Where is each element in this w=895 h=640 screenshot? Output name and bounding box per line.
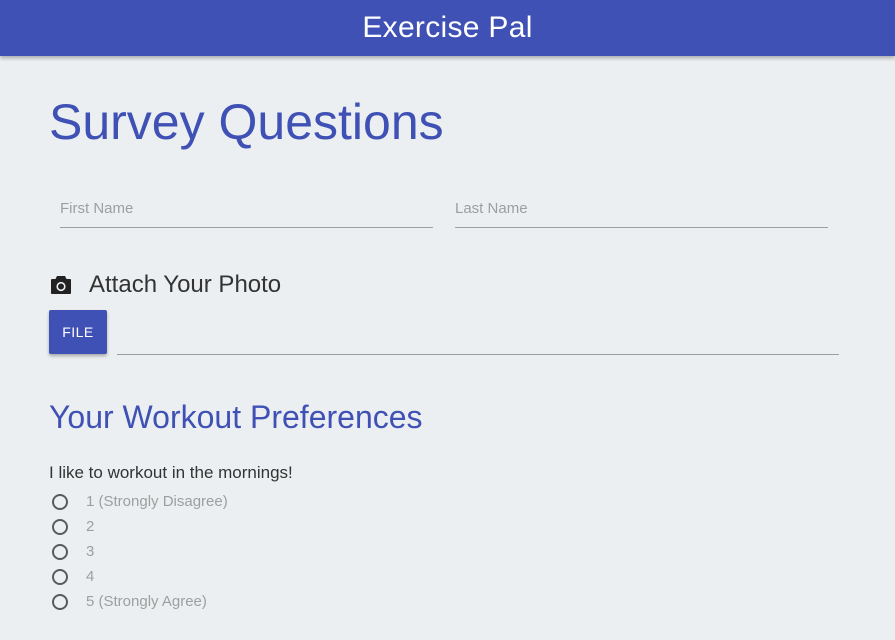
- radio-button[interactable]: [52, 593, 68, 610]
- radio-label: 1 (Strongly Disagree): [86, 493, 228, 510]
- app-title: Exercise Pal: [362, 11, 533, 44]
- radio-button[interactable]: [52, 568, 68, 585]
- rating-option-2[interactable]: 2: [52, 514, 228, 539]
- rating-option-3[interactable]: 3: [52, 539, 228, 564]
- radio-label: 4: [86, 568, 95, 585]
- rating-option-4[interactable]: 4: [52, 564, 228, 589]
- preferences-title: Your Workout Preferences: [49, 399, 423, 435]
- first-name-field: [60, 190, 433, 228]
- rating-radio-group: 1 (Strongly Disagree) 2 3 4 5 (Strongly …: [52, 489, 228, 614]
- radio-label: 3: [86, 543, 95, 560]
- app-bar: Exercise Pal: [0, 0, 895, 56]
- first-name-input[interactable]: [60, 190, 433, 227]
- file-upload-button[interactable]: FILE: [49, 310, 107, 354]
- camera-icon: [50, 275, 72, 295]
- radio-button[interactable]: [52, 493, 68, 510]
- rating-option-1[interactable]: 1 (Strongly Disagree): [52, 489, 228, 514]
- file-path-input[interactable]: [117, 320, 839, 355]
- page-title: Survey Questions: [49, 94, 444, 150]
- rating-option-5[interactable]: 5 (Strongly Agree): [52, 589, 228, 614]
- radio-label: 2: [86, 518, 95, 535]
- attach-photo-label: Attach Your Photo: [89, 271, 282, 298]
- question-text: I like to workout in the mornings!: [49, 463, 293, 482]
- last-name-field: [455, 190, 828, 228]
- attach-photo-header: Attach Your Photo: [50, 268, 281, 302]
- last-name-input[interactable]: [455, 190, 828, 227]
- radio-button[interactable]: [52, 543, 68, 560]
- radio-label: 5 (Strongly Agree): [86, 593, 207, 610]
- radio-button[interactable]: [52, 518, 68, 535]
